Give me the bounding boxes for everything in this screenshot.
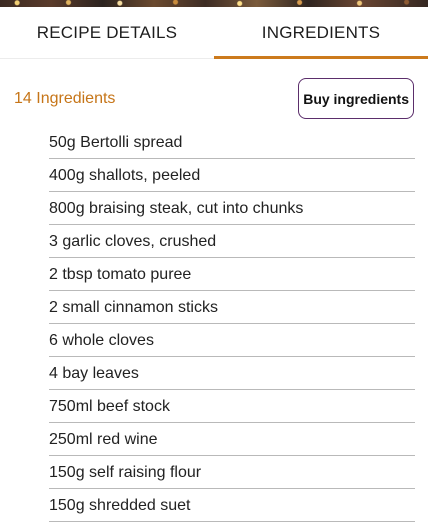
tab-recipe-details[interactable]: RECIPE DETAILS <box>0 7 214 58</box>
ingredients-list: 50g Bertolli spread 400g shallots, peele… <box>49 126 415 522</box>
ingredient-item: 150g shredded suet <box>49 489 415 522</box>
recipe-tabs: RECIPE DETAILS INGREDIENTS <box>0 7 428 59</box>
ingredient-item: 4 bay leaves <box>49 357 415 390</box>
tab-ingredients[interactable]: INGREDIENTS <box>214 7 428 59</box>
ingredient-item: 400g shallots, peeled <box>49 159 415 192</box>
ingredient-item: 2 tbsp tomato puree <box>49 258 415 291</box>
ingredient-item: 3 garlic cloves, crushed <box>49 225 415 258</box>
ingredient-item: 150g self raising flour <box>49 456 415 489</box>
buy-ingredients-button[interactable]: Buy ingredients <box>298 78 414 119</box>
recipe-ingredients-screen: RECIPE DETAILS INGREDIENTS 14 Ingredient… <box>0 0 428 528</box>
ingredient-item: 800g braising steak, cut into chunks <box>49 192 415 225</box>
ingredient-count-label: 14 Ingredients <box>14 90 116 107</box>
ingredient-item: 750ml beef stock <box>49 390 415 423</box>
recipe-hero-image <box>0 0 428 7</box>
ingredient-item: 50g Bertolli spread <box>49 126 415 159</box>
ingredients-summary-row: 14 Ingredients Buy ingredients <box>14 78 414 120</box>
ingredient-item: 6 whole cloves <box>49 324 415 357</box>
ingredient-item: 2 small cinnamon sticks <box>49 291 415 324</box>
ingredient-item: 250ml red wine <box>49 423 415 456</box>
